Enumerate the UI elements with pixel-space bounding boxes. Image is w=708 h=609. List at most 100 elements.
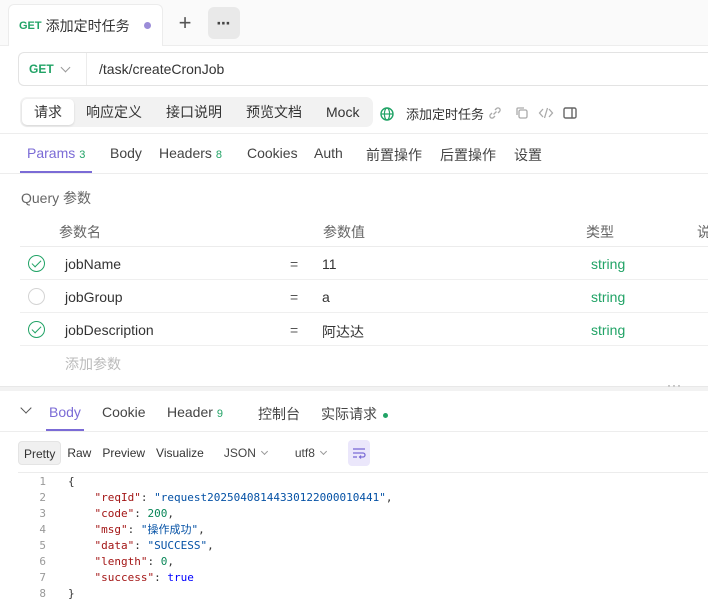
tab-label: Header [167,404,213,420]
equals-sign: = [290,322,299,338]
encoding-value: utf8 [294,446,315,460]
table-header: 参数名 参数值 类型 说 [20,214,708,247]
param-value[interactable]: 阿达达 [322,322,364,342]
new-tab-button[interactable]: + [172,8,198,38]
tab-preview-doc[interactable]: 预览文档 [234,99,314,125]
code-line: 4 "msg": "操作成功", [18,522,708,538]
request-toolbar: 请求 响应定义 接口说明 预览文档 Mock 添加定时任务 [0,92,708,134]
view-raw[interactable]: Raw [62,441,96,465]
tab-body[interactable]: Body [110,145,142,161]
tab-api-description[interactable]: 接口说明 [154,99,234,125]
col-param-name: 参数名 [59,224,101,240]
tab-console[interactable]: 控制台 [258,404,300,424]
code-lines: 1{2 "reqId": "request2025040814433012200… [18,474,708,602]
line-number: 7 [39,571,46,584]
panel-splitter[interactable] [0,386,708,391]
method-select[interactable]: GET [19,53,87,85]
view-visualize[interactable]: Visualize [151,441,209,465]
line-number: 4 [39,523,46,536]
response-body-code[interactable]: 1{2 "reqId": "request2025040814433012200… [18,472,708,609]
param-value[interactable]: 11 [322,256,337,272]
code-line: 3 "code": 200, [18,506,708,522]
tab-params[interactable]: Params 3 [27,145,85,161]
line-number: 1 [39,475,46,488]
chevron-down-icon [60,62,71,72]
code-text: "length": 0, [94,555,174,568]
code-text: "data": "SUCCESS", [94,539,214,552]
drag-handle-icon[interactable]: ··· [667,378,682,392]
view-options: Pretty Raw Preview Visualize JSON utf8 [18,440,327,466]
col-description: 说 [697,224,708,240]
param-name[interactable]: jobName [65,256,121,272]
tab-strip: GET 添加定时任务 + ⋯ [0,0,708,46]
line-number: 3 [39,507,46,520]
encoding-select[interactable]: utf8 [294,446,327,460]
param-name[interactable]: jobDescription [65,322,154,338]
tab-settings[interactable]: 设置 [514,145,542,165]
tab-pre-processors[interactable]: 前置操作 [366,145,422,165]
tab-response-header[interactable]: Header 9 [167,404,223,420]
line-number: 8 [39,587,46,600]
line-number: 2 [39,491,46,504]
active-tab-indicator [46,429,84,431]
tab-count: 9 [216,408,224,420]
api-name[interactable]: 添加定时任务 [380,104,484,123]
tab-label: Params [27,145,76,161]
tab-label: 实际请求 [321,406,377,422]
chevron-down-icon [260,447,268,456]
equals-sign: = [290,256,299,272]
link-icon[interactable] [487,105,503,121]
tab-headers[interactable]: Headers 8 [159,145,222,161]
code-line: 5 "data": "SUCCESS", [18,538,708,554]
row-enable-checkbox[interactable] [28,288,45,305]
code-icon[interactable] [538,105,554,121]
add-param-input[interactable]: 添加参数 [65,354,121,374]
word-wrap-button[interactable] [348,440,370,466]
tab-post-processors[interactable]: 后置操作 [440,145,496,165]
param-value[interactable]: a [322,289,330,305]
collapse-chevron-icon[interactable] [20,402,32,414]
code-text: } [68,587,75,600]
tab-mock[interactable]: Mock [314,99,371,125]
add-param-row: 添加参数 [20,346,708,379]
code-line: 8} [18,586,708,602]
code-text: "code": 200, [94,507,175,520]
tab-auth[interactable]: Auth [314,145,343,161]
tab-add-cron-job[interactable]: GET 添加定时任务 [8,4,163,46]
panel-toggle-icon[interactable] [562,105,578,121]
format-select[interactable]: JSON [223,446,268,460]
tab-count: 3 [79,149,86,161]
param-name[interactable]: jobGroup [65,289,123,305]
active-tab-indicator [20,171,92,173]
col-param-value: 参数值 [323,224,365,240]
tab-response-cookie[interactable]: Cookie [102,404,146,420]
chevron-down-icon [319,447,327,456]
wrap-icon [353,448,366,459]
unsaved-dot-icon [143,22,151,29]
view-pretty[interactable]: Pretty [18,441,62,465]
copy-icon[interactable] [514,105,530,121]
url-input[interactable] [99,61,659,77]
view-preview[interactable]: Preview [97,441,150,465]
more-tabs-button[interactable]: ⋯ [208,7,240,39]
row-enable-checkbox[interactable] [28,255,45,272]
tab-actual-request[interactable]: 实际请求 [321,404,388,424]
tab-response-definition[interactable]: 响应定义 [74,99,154,125]
code-line: 7 "success": true [18,570,708,586]
tab-title: 添加定时任务 [45,17,130,34]
globe-icon [380,106,394,121]
tab-request[interactable]: 请求 [22,99,74,125]
code-text: "success": true [94,571,194,584]
code-line: 2 "reqId": "request202504081443301220000… [18,490,708,506]
tab-cookies[interactable]: Cookies [247,145,298,161]
tab-response-body[interactable]: Body [49,404,81,420]
status-dot-icon [383,412,388,418]
code-text: "msg": "操作成功", [94,523,205,536]
param-type[interactable]: string [591,289,625,305]
tab-method: GET [19,19,42,32]
row-enable-checkbox[interactable] [28,321,45,338]
format-value: JSON [223,446,256,460]
param-type[interactable]: string [591,256,625,272]
tab-label: Headers [159,145,212,161]
param-type[interactable]: string [591,322,625,338]
